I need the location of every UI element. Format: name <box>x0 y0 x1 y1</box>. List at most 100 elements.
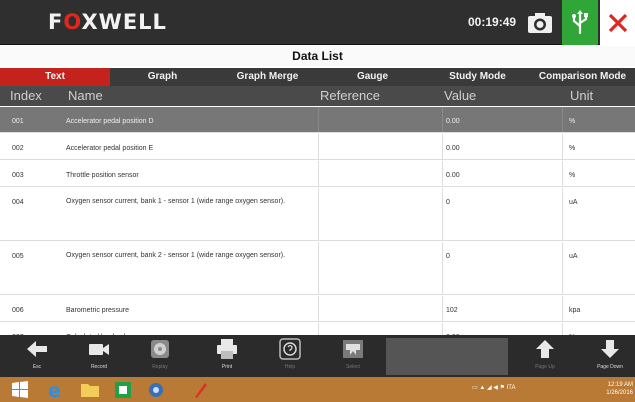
esc-label: Esc <box>32 364 42 370</box>
cell-unit: % <box>562 134 635 159</box>
tab-bar: Text Graph Graph Merge Gauge Study Mode … <box>0 68 635 86</box>
cell-value: 0.00 <box>442 107 562 132</box>
store-icon[interactable] <box>113 380 133 399</box>
cell-index: 006 <box>12 307 24 314</box>
tab-comparison-mode[interactable]: Comparison Mode <box>530 68 635 86</box>
printer-icon <box>217 339 237 359</box>
file-explorer-icon[interactable] <box>80 380 100 399</box>
print-button[interactable]: Print <box>207 338 247 376</box>
cell-reference <box>318 242 442 294</box>
cell-name: Oxygen sensor current, bank 1 - sensor 1… <box>66 198 286 205</box>
table-row[interactable]: 005 Oxygen sensor current, bank 2 - sens… <box>0 242 635 295</box>
media-icon[interactable] <box>146 380 166 399</box>
column-header-unit: Unit <box>570 88 594 103</box>
select-label: Select <box>346 364 360 370</box>
replay-button[interactable]: Replay <box>140 338 180 376</box>
taskbar-time: 12:19 AM <box>607 382 633 388</box>
cell-name: Throttle position sensor <box>66 172 139 179</box>
cell-value: 102 <box>442 296 562 321</box>
pen-icon[interactable] <box>190 380 210 399</box>
svg-text:e: e <box>48 380 61 399</box>
tab-graph-merge[interactable]: Graph Merge <box>215 68 320 86</box>
internet-explorer-icon[interactable]: e <box>46 380 66 399</box>
video-camera-icon <box>89 344 109 355</box>
select-list-icon <box>343 340 363 358</box>
language-indicator[interactable]: ITA <box>507 385 516 391</box>
page-title: Data List <box>0 46 635 66</box>
page-up-button[interactable]: Page Up <box>525 338 565 376</box>
help-button[interactable]: Help <box>270 338 310 376</box>
up-arrow-icon: ▲ <box>479 385 486 391</box>
cell-name: Calculated load value <box>66 323 316 335</box>
table-row[interactable]: 006 Barometric pressure 102 kpa <box>0 296 635 322</box>
cell-value: 0 <box>442 242 562 294</box>
table-row[interactable]: 001 Accelerator pedal position D 0.00 % <box>0 107 635 133</box>
page-down-button[interactable]: Page Down <box>590 338 630 376</box>
replay-label: Replay <box>152 364 168 370</box>
data-list-table[interactable]: 001 Accelerator pedal position D 0.00 % … <box>0 107 635 335</box>
arrow-down-icon <box>601 340 619 358</box>
cell-name: Accelerator pedal position D <box>66 118 154 125</box>
column-header-name: Name <box>68 88 103 103</box>
select-button[interactable]: Select <box>333 338 373 376</box>
page-down-label: Page Down <box>597 364 623 370</box>
brand-logo-f: F <box>48 10 64 34</box>
os-taskbar: e ▭ ▲ ◢ ◀ ⚑ ITA 12:19 AM 1/26/2016 <box>0 377 635 402</box>
close-icon <box>608 13 627 32</box>
cell-unit: uA <box>562 242 635 294</box>
tab-text[interactable]: Text <box>0 68 110 86</box>
cell-index: 002 <box>12 145 24 152</box>
cell-index: 001 <box>12 118 24 125</box>
system-tray[interactable]: ▭ ▲ ◢ ◀ ⚑ ITA <box>472 384 516 391</box>
taskbar-date: 1/26/2016 <box>606 390 633 396</box>
top-bar: FOXWELL 00:19:49 <box>0 0 635 45</box>
windows-start-icon[interactable] <box>10 380 30 399</box>
record-label: Record <box>90 364 108 370</box>
toolbar-spacer <box>386 338 508 375</box>
bottom-toolbar: Esc Record Replay Print Help Select Page… <box>0 335 635 377</box>
usb-icon <box>572 9 588 34</box>
print-label: Print <box>221 364 233 370</box>
cell-name: Barometric pressure <box>66 307 130 314</box>
clock: 00:19:49 <box>468 15 517 29</box>
table-row[interactable]: 002 Accelerator pedal position E 0.00 % <box>0 134 635 160</box>
cell-value: 0 <box>442 188 562 240</box>
cell-reference <box>318 188 442 240</box>
taskbar-clock[interactable]: 12:19 AM 1/26/2016 <box>600 381 635 397</box>
flag-icon: ⚑ <box>499 385 505 391</box>
close-button[interactable] <box>600 0 635 45</box>
keyboard-icon: ▭ <box>472 385 478 391</box>
column-header-reference: Reference <box>320 88 380 103</box>
cell-name: Oxygen sensor current, bank 2 - sensor 1… <box>66 252 286 259</box>
brand-logo-suffix: XWELL <box>81 10 167 34</box>
cell-index: 005 <box>12 253 24 260</box>
tab-gauge[interactable]: Gauge <box>320 68 425 86</box>
page-up-label: Page Up <box>535 364 555 370</box>
cell-value: 0.00 <box>442 134 562 159</box>
cell-unit: % <box>562 323 635 335</box>
record-button[interactable]: Record <box>79 338 119 376</box>
tab-graph[interactable]: Graph <box>110 68 215 86</box>
tab-study-mode[interactable]: Study Mode <box>425 68 530 86</box>
table-row[interactable]: 007 Calculated load value 0.00 % <box>0 323 635 335</box>
volume-icon: ◀ <box>493 385 498 391</box>
table-row[interactable]: 004 Oxygen sensor current, bank 1 - sens… <box>0 188 635 241</box>
cell-unit: uA <box>562 188 635 240</box>
app-window: FOXWELL 00:19:49 Data List Text Graph Gr… <box>0 0 635 402</box>
usb-button[interactable] <box>562 0 598 45</box>
screenshot-button[interactable] <box>522 0 557 45</box>
cell-index: 003 <box>12 172 24 179</box>
help-icon <box>279 338 301 360</box>
arrow-up-icon <box>536 340 554 358</box>
cell-index: 007 <box>12 323 62 335</box>
film-reel-icon <box>151 340 169 358</box>
cell-value: 0.00 <box>442 323 562 335</box>
help-label: Help <box>284 364 296 370</box>
cell-reference <box>318 107 442 132</box>
back-arrow-icon <box>27 341 47 357</box>
network-icon: ◢ <box>486 385 492 391</box>
cell-unit: % <box>562 161 635 186</box>
cell-reference <box>318 323 442 335</box>
table-row[interactable]: 003 Throttle position sensor 0.00 % <box>0 161 635 187</box>
esc-button[interactable]: Esc <box>17 338 57 376</box>
